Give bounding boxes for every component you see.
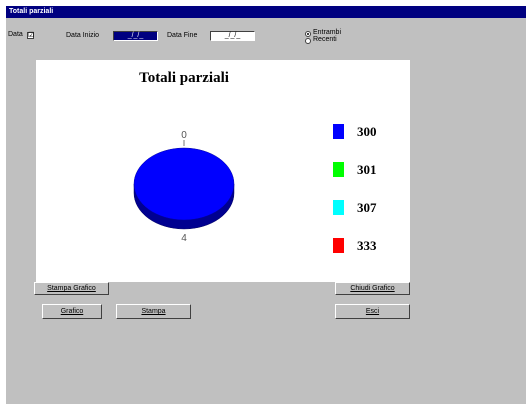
esci-button[interactable]: Esci — [335, 304, 410, 319]
legend-label-300: 300 — [357, 124, 377, 139]
pie-slice-300 — [133, 147, 235, 221]
stampa-button[interactable]: Stampa — [116, 304, 191, 319]
pie-chart: Totali parziali 04 300301307333 — [133, 70, 377, 253]
legend-swatch-307 — [333, 200, 344, 215]
radio-entrambi-label: Entrambi — [313, 29, 342, 36]
legend-swatch-300 — [333, 124, 344, 139]
data-label: Data — [8, 31, 23, 38]
chart-title: Totali parziali — [139, 70, 229, 86]
bottom-value-label: 4 — [181, 233, 187, 244]
grafico-button[interactable]: Grafico — [42, 304, 102, 319]
radio-recenti-label: Recenti — [313, 36, 337, 43]
legend-label-307: 307 — [357, 200, 377, 215]
legend-label-301: 301 — [357, 162, 377, 177]
legend-swatch-333 — [333, 238, 344, 253]
data-inizio-label: Data Inizio — [66, 32, 100, 39]
window-title: Totali parziali — [6, 6, 526, 18]
chiudi-grafico-button[interactable]: Chiudi Grafico — [335, 282, 410, 295]
radio-entrambi[interactable] — [305, 31, 311, 37]
radio-recenti[interactable] — [305, 38, 311, 44]
data-fine-field[interactable]: _/_/_ — [210, 31, 255, 41]
data-inizio-field[interactable]: _/_/_ — [113, 31, 158, 41]
main-window: Totali parziali Data ☑ Data Inizio _/_/_… — [6, 6, 526, 404]
stampa-grafico-button[interactable]: Stampa Grafico — [34, 282, 109, 295]
pie-group: 04 — [133, 130, 235, 244]
data-checkbox[interactable]: ☑ — [27, 32, 34, 39]
top-value-label: 0 — [181, 130, 187, 141]
legend-label-333: 333 — [357, 238, 377, 253]
chart-panel: Totali parziali 04 300 301 307 333 — [36, 60, 410, 282]
legend: 300 301 307 333 — [333, 124, 377, 253]
legend-swatch-301 — [333, 162, 344, 177]
data-fine-label: Data Fine — [167, 32, 198, 39]
